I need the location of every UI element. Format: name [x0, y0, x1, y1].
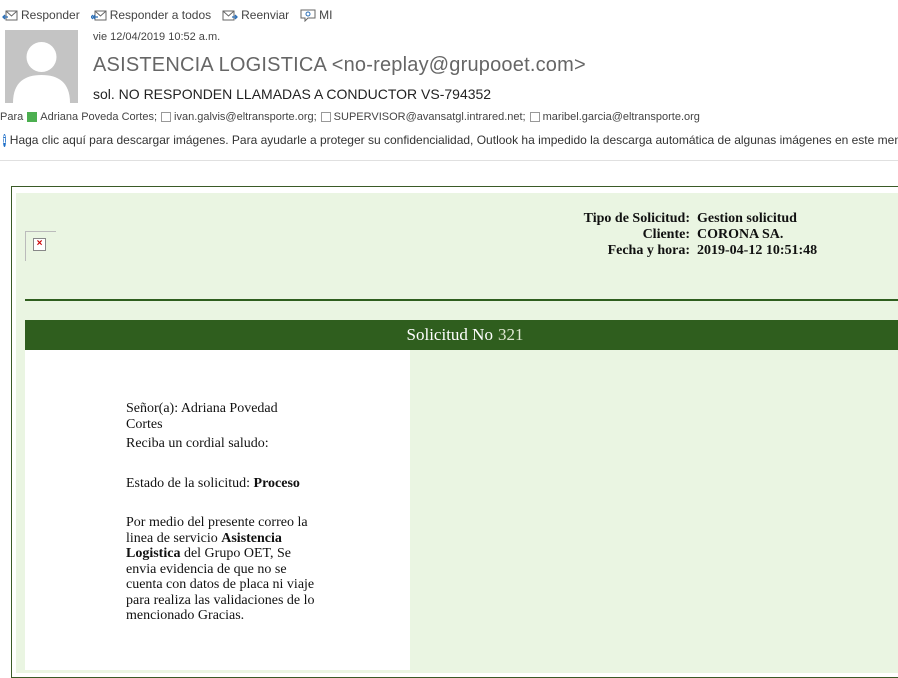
header-divider	[0, 160, 898, 161]
recipients-line: Para Adriana Poveda Cortes; ivan.galvis@…	[0, 111, 700, 123]
reading-pane-toolbar: Responder Responder a todos Reenviar MI	[0, 5, 342, 25]
greeting-name: Señor(a): Adriana Povedad Cortes	[126, 401, 278, 432]
greeting-salutation: Reciba un cordial saludo:	[126, 436, 269, 451]
chat-icon	[300, 9, 316, 22]
blocked-image[interactable]: ×	[25, 231, 56, 261]
body-paragraph: Por medio del presente correo la linea d…	[126, 515, 316, 624]
section-rule	[25, 299, 898, 301]
banner-label: Solicitud No	[406, 325, 493, 344]
reply-label: Responder	[21, 8, 80, 22]
presence-unknown-icon	[320, 112, 331, 122]
status-value: Proceso	[253, 476, 300, 491]
infobar-text: Haga clic aquí para descargar imágenes. …	[9, 133, 898, 147]
to-label: Para	[0, 111, 24, 123]
meta-label: Fecha y hora:	[607, 243, 690, 258]
forward-button[interactable]: Reenviar	[220, 8, 289, 22]
request-meta-values: Gestion solicitud CORONA SA. 2019-04-12 …	[697, 211, 817, 259]
meta-value: Gestion solicitud	[697, 211, 797, 226]
broken-image-icon: ×	[33, 238, 46, 251]
recipient[interactable]: ivan.galvis@eltransporte.org;	[174, 111, 317, 123]
presence-unknown-icon	[161, 112, 172, 122]
request-number: 321	[497, 325, 524, 344]
forward-icon	[222, 10, 239, 21]
recipient[interactable]: maribel.garcia@eltransporte.org	[543, 111, 700, 123]
reply-all-icon	[90, 10, 107, 21]
meta-label: Tipo de Solicitud:	[583, 211, 690, 226]
sent-date: vie 12/04/2019 10:52 a.m.	[93, 31, 221, 43]
sender-name[interactable]: ASISTENCIA LOGISTICA <no-replay@grupooet…	[93, 54, 586, 77]
presence-unknown-icon	[529, 112, 540, 122]
recipient[interactable]: SUPERVISOR@avansatgl.intrared.net;	[334, 111, 526, 123]
meta-label: Cliente:	[642, 227, 690, 242]
sender-avatar	[5, 30, 78, 103]
info-icon: i	[3, 133, 6, 147]
reply-all-label: Responder a todos	[109, 8, 212, 22]
instant-message-label: MI	[319, 8, 333, 22]
request-meta-labels: Tipo de Solicitud: Cliente: Fecha y hora…	[584, 211, 690, 259]
meta-value: 2019-04-12 10:51:48	[697, 243, 818, 258]
download-images-infobar[interactable]: i Haga clic aquí para descargar imágenes…	[0, 130, 898, 150]
instant-message-button[interactable]: MI	[298, 8, 333, 22]
reply-all-button[interactable]: Responder a todos	[89, 8, 211, 22]
person-placeholder-icon	[13, 42, 70, 103]
email-subject: sol. NO RESPONDEN LLAMADAS A CONDUCTOR V…	[93, 86, 492, 102]
recipient[interactable]: Adriana Poveda Cortes;	[40, 111, 157, 123]
forward-label: Reenviar	[241, 8, 290, 22]
status-label: Estado de la solicitud:	[126, 476, 251, 491]
presence-available-icon	[27, 112, 38, 122]
status-line: Estado de la solicitud: Proceso	[126, 476, 316, 492]
request-banner: Solicitud No 321	[25, 320, 898, 350]
reply-button[interactable]: Responder	[0, 8, 80, 22]
meta-value: CORONA SA.	[697, 227, 784, 242]
reply-icon	[2, 10, 18, 21]
